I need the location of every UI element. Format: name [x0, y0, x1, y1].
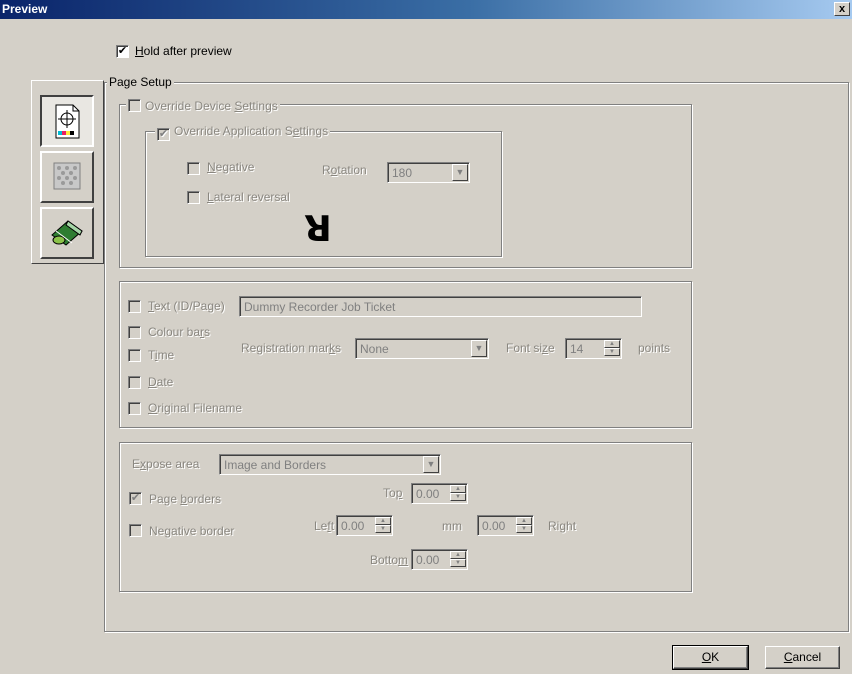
registration-marks-label: Registration marks [241, 341, 342, 355]
text-id-page-label: Text (ID/Page) [148, 299, 225, 313]
rotation-value: 180 [392, 166, 413, 180]
override-app-title: ✔ Override Application Settings [155, 124, 331, 141]
font-size-spinner[interactable]: 14 ▲ ▼ [565, 338, 622, 359]
override-device-checkbox[interactable] [128, 99, 141, 112]
page-borders-label: Page borders [149, 492, 222, 506]
bottom-spinner[interactable]: 0.00 ▲ ▼ [411, 549, 468, 570]
hold-after-preview-label: Hold after preview [135, 44, 232, 58]
film-roll-icon [51, 220, 83, 246]
halftone-icon [53, 162, 81, 190]
rotation-select[interactable]: 180 ▼ [387, 162, 470, 183]
rotation-preview-glyph: R [304, 206, 332, 247]
chevron-down-icon[interactable]: ▼ [452, 164, 468, 181]
tab-halftone[interactable] [40, 151, 94, 203]
expose-area-value: Image and Borders [224, 458, 327, 472]
left-spinner[interactable]: 0.00 ▲ ▼ [336, 515, 393, 536]
chevron-down-icon[interactable]: ▼ [471, 340, 487, 357]
page-borders-checkbox[interactable]: ✔ [129, 492, 142, 505]
colour-bars-label: Colour bars [148, 325, 211, 339]
font-size-value: 14 [570, 342, 584, 356]
spinner-arrows-icon[interactable]: ▲ ▼ [450, 485, 466, 502]
close-button[interactable]: x [834, 2, 850, 16]
cancel-button[interactable]: Cancel [765, 646, 840, 669]
spinner-arrows-icon[interactable]: ▲ ▼ [450, 551, 466, 568]
right-spinner[interactable]: 0.00 ▲ ▼ [477, 515, 534, 536]
original-filename-checkbox[interactable] [128, 402, 141, 415]
font-size-unit: points [638, 341, 671, 355]
font-size-label: Font size [506, 341, 555, 355]
top-spinner[interactable]: 0.00 ▲ ▼ [411, 483, 468, 504]
bottom-value: 0.00 [416, 553, 440, 567]
negative-checkbox[interactable] [187, 162, 200, 175]
date-label: Date [148, 375, 174, 389]
override-device-title: Override Device Settings [126, 97, 280, 113]
time-checkbox[interactable] [128, 349, 141, 362]
spinner-arrows-icon[interactable]: ▲ ▼ [516, 517, 532, 534]
lateral-reversal-label: Lateral reversal [207, 190, 290, 204]
text-id-page-input[interactable]: Dummy Recorder Job Ticket [239, 296, 642, 317]
lateral-reversal-checkbox[interactable] [187, 191, 200, 204]
expose-area-label: Expose area [132, 457, 200, 471]
rotation-label: Rotation [322, 163, 367, 177]
chevron-down-icon[interactable]: ▼ [423, 456, 439, 473]
expose-area-select[interactable]: Image and Borders ▼ [219, 454, 441, 475]
left-value: 0.00 [341, 519, 365, 533]
spinner-arrows-icon[interactable]: ▲ ▼ [375, 517, 391, 534]
override-app-checkbox[interactable]: ✔ [157, 128, 170, 141]
time-label: Time [148, 348, 175, 362]
original-filename-label: Original Filename [148, 401, 243, 415]
tab-page-setup[interactable] [40, 95, 94, 147]
colour-bars-checkbox[interactable] [128, 326, 141, 339]
tab-strip [31, 80, 104, 264]
registration-marks-select[interactable]: None ▼ [355, 338, 489, 359]
page-setup-title: Page Setup [107, 75, 174, 89]
top-label: Top [383, 486, 403, 500]
negative-border-label: Negative border [149, 524, 235, 538]
date-checkbox[interactable] [128, 376, 141, 389]
right-label: Right [548, 519, 577, 533]
spinner-arrows-icon[interactable]: ▲ ▼ [604, 340, 620, 357]
tab-film-roll[interactable] [40, 207, 94, 259]
top-value: 0.00 [416, 487, 440, 501]
left-label: Left [314, 519, 335, 533]
registration-marks-value: None [360, 342, 389, 356]
text-id-page-checkbox[interactable] [128, 300, 141, 313]
page-setup-icon [55, 104, 80, 139]
title-bar: Preview x [0, 0, 852, 19]
hold-after-preview-checkbox[interactable]: ✔ [116, 45, 129, 58]
bottom-label: Bottom [370, 553, 409, 567]
right-value: 0.00 [482, 519, 506, 533]
ok-button[interactable]: OK [672, 645, 749, 670]
negative-label: Negative [207, 160, 255, 174]
margin-unit-label: mm [442, 519, 462, 533]
negative-border-checkbox[interactable] [129, 524, 142, 537]
window-title: Preview [2, 2, 48, 16]
